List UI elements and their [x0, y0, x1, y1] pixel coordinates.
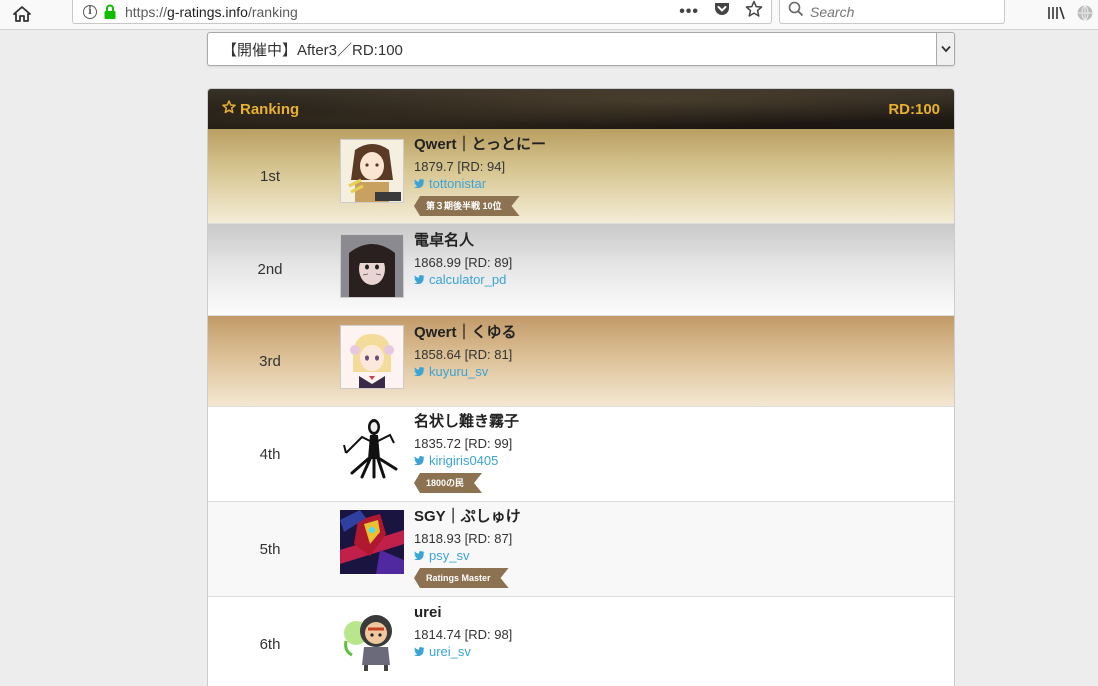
twitter-link[interactable]: calculator_pd — [414, 272, 512, 287]
twitter-link[interactable]: kuyuru_sv — [414, 364, 517, 379]
avatar[interactable] — [340, 139, 404, 203]
info-icon[interactable]: i — [83, 4, 97, 19]
player-info: Qwert｜くゆる 1858.64 [RD: 81] kuyuru_sv — [414, 324, 517, 379]
achievement-badge: 1800の民 — [414, 473, 482, 493]
avatar[interactable] — [340, 415, 404, 479]
twitter-handle: kuyuru_sv — [429, 364, 489, 379]
twitter-handle: psy_sv — [429, 548, 470, 563]
globe-icon[interactable] — [1076, 4, 1094, 27]
avatar[interactable] — [340, 607, 404, 671]
url-prefix: https:// — [125, 3, 168, 20]
twitter-link[interactable]: psy_sv — [414, 548, 521, 563]
pocket-icon[interactable] — [713, 1, 731, 22]
ranking-row[interactable]: 4th 名状し難き霧子 1835.72 [RD: 99] kirigiris04… — [208, 407, 954, 502]
ranking-row[interactable]: 3rd Qwert｜くゆる 1858.64 [RD: 81] kuyuru_sv — [208, 316, 954, 407]
player-info: urei 1814.74 [RD: 98] urei_sv — [414, 604, 512, 659]
twitter-icon — [414, 644, 425, 659]
rank-label: 3rd — [259, 352, 281, 370]
twitter-icon — [414, 272, 425, 287]
achievement-badge: 第３期後半戦 10位 — [414, 196, 520, 216]
lock-icon[interactable] — [103, 4, 117, 20]
twitter-link[interactable]: kirigiris0405 — [414, 453, 519, 468]
player-rating: 1814.74 [RD: 98] — [414, 627, 513, 642]
twitter-icon — [414, 548, 425, 563]
twitter-handle: urei_sv — [429, 644, 471, 659]
ranking-title-text: Ranking — [240, 100, 300, 118]
bookmark-star-icon[interactable] — [745, 0, 763, 23]
rd-label: RD:100 — [888, 100, 940, 118]
url-path: /ranking — [247, 3, 298, 20]
player-info: Qwert｜とっとにー 1879.7 [RD: 94] tottonistar … — [414, 136, 546, 216]
twitter-icon — [414, 364, 425, 379]
ranking-row[interactable]: 1st Qwert｜とっとにー 1879.7 [RD: 94] tottonis… — [208, 129, 954, 224]
url-host: g-ratings.info — [167, 3, 248, 20]
chevron-down-icon[interactable] — [936, 33, 954, 65]
rank-label: 1st — [259, 167, 280, 185]
ranking-row[interactable]: 6th urei 1814.74 [RD: 98] urei_sv — [208, 597, 954, 686]
event-select-value: 【開催中】After3／RD:100 — [222, 41, 403, 59]
player-rating: 1835.72 [RD: 99] — [414, 436, 513, 451]
achievement-badge: Ratings Master — [414, 568, 509, 588]
search-bar[interactable] — [779, 0, 1005, 24]
ranking-row[interactable]: 5th SGY｜ぷしゅけ 1818.93 [RD: 87] psy_sv Rat… — [208, 502, 954, 597]
search-input[interactable] — [810, 3, 990, 20]
twitter-handle: calculator_pd — [429, 272, 507, 287]
player-name[interactable]: SGY｜ぷしゅけ — [414, 508, 521, 526]
home-icon[interactable] — [10, 4, 34, 24]
player-info: SGY｜ぷしゅけ 1818.93 [RD: 87] psy_sv Ratings… — [414, 508, 521, 588]
player-info: 電卓名人 1868.99 [RD: 89] calculator_pd — [414, 232, 512, 287]
ranking-title: Ranking — [222, 100, 299, 118]
event-select[interactable]: 【開催中】After3／RD:100 — [207, 32, 955, 66]
twitter-icon — [414, 453, 425, 468]
player-name[interactable]: Qwert｜とっとにー — [414, 136, 546, 154]
avatar[interactable] — [340, 325, 404, 389]
player-name[interactable]: 名状し難き霧子 — [414, 413, 519, 431]
rank-label: 6th — [259, 635, 281, 653]
star-icon — [222, 100, 236, 118]
rank-label: 2nd — [257, 261, 283, 278]
page-actions-menu-icon[interactable]: ••• — [679, 3, 699, 20]
player-rating: 1818.93 [RD: 87] — [414, 531, 513, 546]
player-rating: 1868.99 [RD: 89] — [414, 255, 513, 270]
rank-label: 4th — [259, 445, 281, 463]
address-bar[interactable]: i https://g-ratings.info/ranking ••• — [72, 0, 772, 24]
library-icon[interactable] — [1046, 4, 1066, 27]
player-name[interactable]: Qwert｜くゆる — [414, 324, 517, 342]
player-name[interactable]: 電卓名人 — [414, 232, 512, 250]
search-icon — [788, 1, 804, 22]
twitter-icon — [414, 176, 425, 191]
rank-label: 5th — [259, 540, 281, 558]
player-rating: 1879.7 [RD: 94] — [414, 159, 506, 174]
ranking-panel: Ranking RD:100 1st Qwert｜とっとにー 1879.7 [R… — [207, 88, 955, 686]
url-text[interactable]: https://g-ratings.info/ranking — [125, 4, 298, 20]
player-info: 名状し難き霧子 1835.72 [RD: 99] kirigiris0405 1… — [414, 413, 519, 493]
player-rating: 1858.64 [RD: 81] — [414, 347, 513, 362]
twitter-handle: tottonistar — [429, 176, 487, 191]
twitter-link[interactable]: urei_sv — [414, 644, 512, 659]
ranking-header: Ranking RD:100 — [208, 89, 954, 129]
ranking-row[interactable]: 2nd 電卓名人 1868.99 [RD: 89] calculator_pd — [208, 224, 954, 316]
player-name[interactable]: urei — [414, 604, 512, 622]
twitter-link[interactable]: tottonistar — [414, 176, 546, 191]
twitter-handle: kirigiris0405 — [429, 453, 499, 468]
avatar[interactable] — [340, 234, 404, 298]
browser-toolbar: i https://g-ratings.info/ranking ••• — [0, 0, 1098, 30]
avatar[interactable] — [340, 510, 404, 574]
